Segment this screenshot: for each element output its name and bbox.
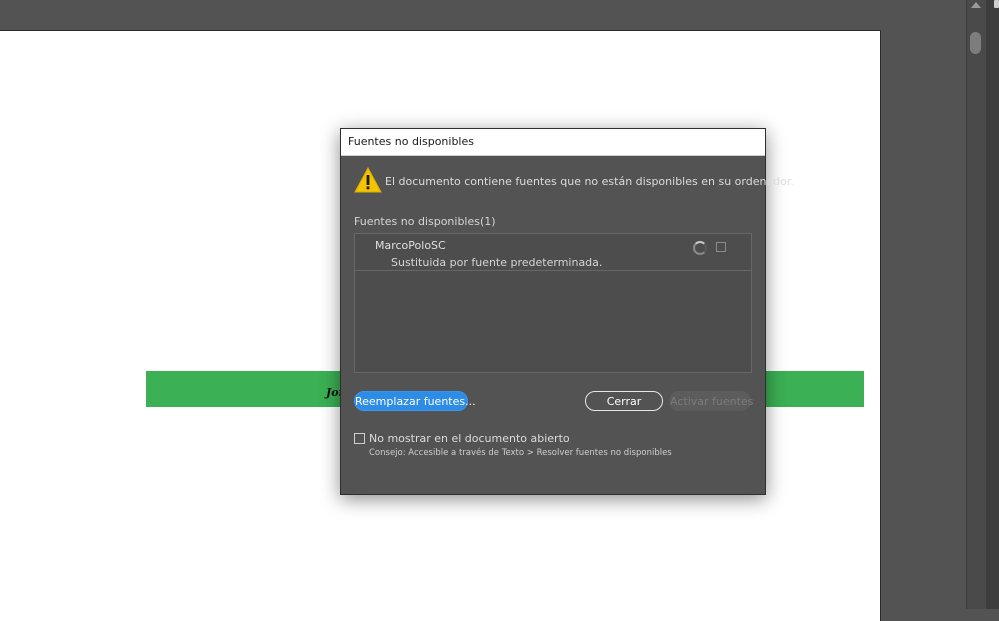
font-name: MarcoPoloSC — [375, 239, 446, 252]
scroll-up-arrow-icon[interactable] — [971, 2, 981, 8]
dont-show-label[interactable]: No mostrar en el documento abierto — [369, 432, 570, 445]
replace-fonts-button[interactable]: Reemplazar fuentes... — [354, 391, 476, 411]
dialog-title: Fuentes no disponibles — [341, 129, 765, 156]
loading-spinner-icon — [693, 241, 707, 255]
close-button[interactable]: Cerrar — [585, 391, 663, 411]
font-status: Sustituida por fuente predeterminada. — [391, 256, 603, 269]
font-list-item[interactable]: MarcoPoloSC Sustituida por fuente predet… — [355, 234, 751, 271]
vertical-scrollbar[interactable] — [966, 0, 987, 609]
warning-row: El documento contiene fuentes que no est… — [354, 167, 794, 195]
dont-show-checkbox[interactable] — [354, 433, 365, 444]
font-row-checkbox[interactable] — [716, 242, 726, 252]
missing-fonts-dialog: Fuentes no disponibles El documento cont… — [340, 128, 794, 495]
warning-message: El documento contiene fuentes que no est… — [385, 175, 794, 188]
scrollbar-thumb[interactable] — [970, 32, 981, 54]
tip-text: Consejo: Accesible a través de Texto > R… — [369, 448, 672, 458]
missing-fonts-list[interactable]: MarcoPoloSC Sustituida por fuente predet… — [354, 233, 752, 373]
missing-fonts-list-label: Fuentes no disponibles(1) — [354, 215, 496, 228]
warning-triangle-icon — [354, 167, 382, 193]
panel-marker — [994, 0, 999, 8]
activate-fonts-button: Activar fuentes — [669, 391, 753, 411]
right-panel-strip — [986, 0, 999, 609]
